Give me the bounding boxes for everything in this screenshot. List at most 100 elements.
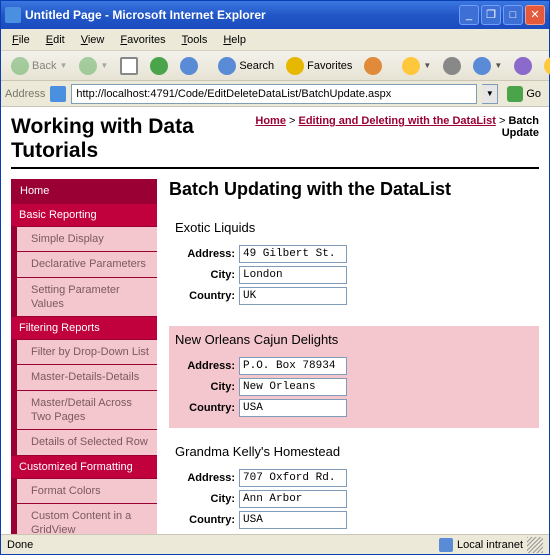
address-label: Address:: [175, 248, 239, 260]
stop-icon: [120, 57, 138, 75]
forward-icon: [79, 57, 97, 75]
breadcrumb-section[interactable]: Editing and Deleting with the DataList: [298, 115, 495, 127]
sidebar-category[interactable]: Customized Formatting: [11, 455, 157, 478]
country-input[interactable]: [239, 511, 347, 529]
sidebar-item[interactable]: Master-Details-Details: [11, 364, 157, 389]
favorites-button[interactable]: Favorites: [282, 55, 356, 77]
address-input[interactable]: [239, 469, 347, 487]
chevron-down-icon: ▼: [494, 61, 502, 70]
country-label: Country:: [175, 290, 239, 302]
main-content: Batch Updating with the DataList Exotic …: [169, 179, 539, 534]
go-button[interactable]: Go: [503, 84, 545, 104]
city-label: City:: [175, 381, 239, 393]
media-button[interactable]: [360, 55, 386, 77]
chevron-down-icon: ▼: [59, 61, 67, 70]
menu-view[interactable]: View: [74, 32, 112, 48]
go-icon: [507, 86, 523, 102]
status-text: Done: [7, 539, 33, 551]
back-button[interactable]: Back▼: [7, 55, 71, 77]
menu-edit[interactable]: Edit: [39, 32, 72, 48]
window-title: Untitled Page - Microsoft Internet Explo…: [25, 8, 459, 22]
address-dropdown[interactable]: ▼: [482, 84, 498, 104]
menu-tools[interactable]: Tools: [175, 32, 215, 48]
sidebar-category[interactable]: Filtering Reports: [11, 316, 157, 339]
mail-button[interactable]: ▼: [398, 55, 435, 77]
restore-button[interactable]: ❐: [481, 5, 501, 25]
word-icon: [473, 57, 491, 75]
supplier-name: New Orleans Cajun Delights: [175, 332, 533, 347]
site-title: Working with Data Tutorials: [11, 115, 254, 163]
stop-button[interactable]: [116, 55, 142, 77]
sidebar-item[interactable]: Details of Selected Row: [11, 429, 157, 454]
messenger-button[interactable]: [540, 55, 550, 77]
address-label: Address:: [175, 472, 239, 484]
star-icon: [286, 57, 304, 75]
print-icon: [443, 57, 461, 75]
forward-button[interactable]: ▼: [75, 55, 112, 77]
supplier-name: Exotic Liquids: [175, 220, 533, 235]
address-input[interactable]: [239, 245, 347, 263]
search-icon: [218, 57, 236, 75]
zone-icon: [439, 538, 453, 552]
browser-viewport: Working with Data Tutorials Home > Editi…: [1, 107, 549, 534]
sidebar-item[interactable]: Setting Parameter Values: [11, 277, 157, 317]
country-label: Country:: [175, 514, 239, 526]
research-button[interactable]: [510, 55, 536, 77]
sidebar-nav: HomeBasic ReportingSimple DisplayDeclara…: [11, 179, 157, 534]
search-button[interactable]: Search: [214, 55, 278, 77]
supplier-block: Exotic Liquids Address: City: Country:: [169, 214, 539, 316]
menu-favorites[interactable]: Favorites: [113, 32, 172, 48]
edit-button[interactable]: ▼: [469, 55, 506, 77]
chevron-down-icon: ▼: [423, 61, 431, 70]
ie-icon: [5, 7, 21, 23]
research-icon: [514, 57, 532, 75]
sidebar-item[interactable]: Filter by Drop-Down List: [11, 339, 157, 364]
sidebar-category[interactable]: Basic Reporting: [11, 203, 157, 226]
resize-grip[interactable]: [527, 537, 543, 553]
refresh-button[interactable]: [146, 55, 172, 77]
breadcrumb-home[interactable]: Home: [255, 115, 286, 127]
menu-help[interactable]: Help: [216, 32, 253, 48]
supplier-block: Grandma Kelly's HomesteadAddress:City:Co…: [169, 438, 539, 534]
menu-file[interactable]: File: [5, 32, 37, 48]
page-heading: Batch Updating with the DataList: [169, 179, 539, 200]
toolbar: Back▼ ▼ Search Favorites ▼ ▼: [1, 51, 549, 81]
menubar: FileEditViewFavoritesToolsHelp: [1, 29, 549, 51]
country-label: Country:: [175, 402, 239, 414]
sidebar-item[interactable]: Master/Detail Across Two Pages: [11, 390, 157, 430]
sidebar-item[interactable]: Declarative Parameters: [11, 251, 157, 276]
refresh-icon: [150, 57, 168, 75]
address-bar: Address ▼ Go: [1, 81, 549, 107]
sidebar-item[interactable]: Format Colors: [11, 478, 157, 503]
sidebar-item[interactable]: Simple Display: [11, 226, 157, 251]
country-input[interactable]: [239, 287, 347, 305]
window-titlebar: Untitled Page - Microsoft Internet Explo…: [1, 1, 549, 29]
print-button[interactable]: [439, 55, 465, 77]
mail-icon: [402, 57, 420, 75]
breadcrumb-current: Batch Update: [502, 115, 539, 139]
home-icon: [180, 57, 198, 75]
city-input[interactable]: [239, 490, 347, 508]
country-input[interactable]: [239, 399, 347, 417]
media-icon: [364, 57, 382, 75]
page-icon: [50, 86, 66, 102]
sidebar-home[interactable]: Home: [11, 179, 157, 203]
city-input[interactable]: [239, 266, 347, 284]
address-input[interactable]: [71, 84, 477, 104]
address-label: Address: [5, 88, 45, 100]
address-input[interactable]: [239, 357, 347, 375]
city-label: City:: [175, 269, 239, 281]
maximize-button[interactable]: □: [503, 5, 523, 25]
city-input[interactable]: [239, 378, 347, 396]
sidebar-item[interactable]: Custom Content in a GridView: [11, 503, 157, 534]
back-icon: [11, 57, 29, 75]
chevron-down-icon: ▼: [100, 61, 108, 70]
home-button[interactable]: [176, 55, 202, 77]
minimize-button[interactable]: _: [459, 5, 479, 25]
close-button[interactable]: ✕: [525, 5, 545, 25]
zone-text: Local intranet: [457, 539, 523, 551]
messenger-icon: [544, 57, 550, 75]
breadcrumb: Home > Editing and Deleting with the Dat…: [254, 115, 539, 139]
address-label: Address:: [175, 360, 239, 372]
supplier-block: New Orleans Cajun Delights Address: City: C…: [169, 326, 539, 428]
